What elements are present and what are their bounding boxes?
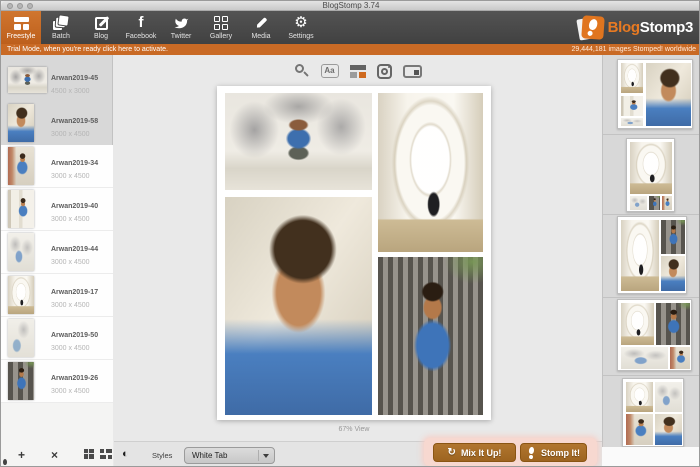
file-list-item[interactable]: Arwan2019-503000 x 4500 [1,317,113,360]
search-icon[interactable] [294,63,310,79]
gallery-grid-icon [214,16,228,30]
photo-thumbnail [8,319,34,357]
app-window: BlogStomp 3.74 Freestyle Batch Blog f Fa… [0,0,700,467]
file-list-item[interactable]: Arwan2019-403000 x 4500 [1,188,113,231]
photo-thumbnail [8,67,47,93]
photo-thumbnail [8,147,34,185]
photo-thumbnail [8,104,34,142]
blogstomp-logo: BlogStomp3 [580,11,693,44]
twitter-bird-icon [174,16,189,31]
batch-stack-icon [53,16,69,31]
file-list-item[interactable]: Arwan2019-443000 x 4500 [1,231,113,274]
photo-archway[interactable] [378,93,483,252]
add-photos-button[interactable]: + [18,449,25,461]
style-preview-4[interactable] [617,299,692,371]
style-preview-3[interactable] [617,216,687,294]
chevron-down-icon [263,454,269,458]
tab-gallery[interactable]: Gallery [201,11,241,44]
canvas-toolbar: Aa [113,62,602,80]
photo-thumbnail [8,190,34,228]
window-title: BlogStomp 3.74 [1,1,700,11]
blog-compose-icon [95,17,108,30]
style-select-value: White Tab [192,448,227,463]
file-list-item[interactable]: Arwan2019-454500 x 3000 [1,59,113,102]
styles-label: Styles [152,451,172,460]
mix-it-up-label: Mix It Up! [461,448,502,458]
bottom-right-panel [602,447,700,467]
remove-photos-button[interactable]: × [51,449,58,461]
gear-icon: ⚙ [294,16,307,30]
file-list-item[interactable]: Arwan2019-263000 x 4500 [1,360,113,403]
tab-settings[interactable]: ⚙ Settings [281,11,321,44]
photo-mural[interactable] [225,93,372,190]
file-list: Arwan2019-454500 x 3000 Arwan2019-583000… [1,59,113,403]
logo-footprint-icon [580,16,604,40]
main-toolbar: Freestyle Batch Blog f Facebook Twitter … [1,11,700,44]
instagram-icon[interactable] [377,64,392,79]
dark-mode-icon[interactable]: ◐ [122,447,129,461]
tab-batch[interactable]: Batch [41,11,81,44]
file-list-item[interactable]: Arwan2019-583000 x 4500 [1,102,113,145]
photo-boy-closeup[interactable] [225,197,372,415]
layout-icon[interactable] [350,65,366,78]
facebook-icon: f [139,16,144,30]
file-list-sidebar: Arwan2019-454500 x 3000 Arwan2019-583000… [1,55,113,467]
tab-blog[interactable]: Blog [81,11,121,44]
file-list-item[interactable]: Arwan2019-173000 x 4500 [1,274,113,317]
tab-twitter[interactable]: Twitter [161,11,201,44]
trial-banner: Trial Mode, when you're ready click here… [1,44,700,55]
zoom-level-label: 67% View [217,426,491,433]
media-pen-icon [254,16,269,30]
style-preview-5[interactable] [622,378,684,447]
trial-activate-link[interactable]: Trial Mode, when you're ready click here… [7,44,168,55]
logo-text-stomp: Stomp3 [640,19,693,36]
tab-facebook[interactable]: f Facebook [121,11,161,44]
style-preview-1[interactable] [617,59,693,129]
style-preview-2[interactable] [626,138,675,212]
shuffle-icon: ↻ [448,448,456,458]
tab-freestyle[interactable]: Freestyle [1,11,41,44]
photo-thumbnail [8,362,34,400]
stomp-counter: 29,444,181 images Stomped! worldwide [571,44,696,55]
footprint-corner-icon [2,459,10,467]
mix-it-up-button[interactable]: ↻ Mix It Up! [433,443,516,462]
photo-striped-wall[interactable] [378,257,483,415]
tab-media[interactable]: Media [241,11,281,44]
photo-thumbnail [8,233,34,271]
grid-view-icon[interactable] [84,449,94,459]
layout-preview-sidebar [602,55,700,447]
caption-icon[interactable] [403,65,422,78]
titlebar: BlogStomp 3.74 [1,1,700,11]
stomp-it-label: Stomp It! [541,448,580,458]
sidebar-footer: + × [1,403,113,467]
logo-text-blog: Blog [608,19,640,36]
footprint-icon [527,447,536,459]
collage-view-icon[interactable] [100,449,112,459]
text-style-icon[interactable]: Aa [321,64,339,78]
stomp-it-button[interactable]: Stomp It! [520,443,587,462]
style-select[interactable]: White Tab [184,447,275,464]
photo-thumbnail [8,276,34,314]
freestyle-layout-icon [14,17,29,30]
file-list-item[interactable]: Arwan2019-343000 x 4500 [1,145,113,188]
collage-page[interactable] [217,86,491,420]
